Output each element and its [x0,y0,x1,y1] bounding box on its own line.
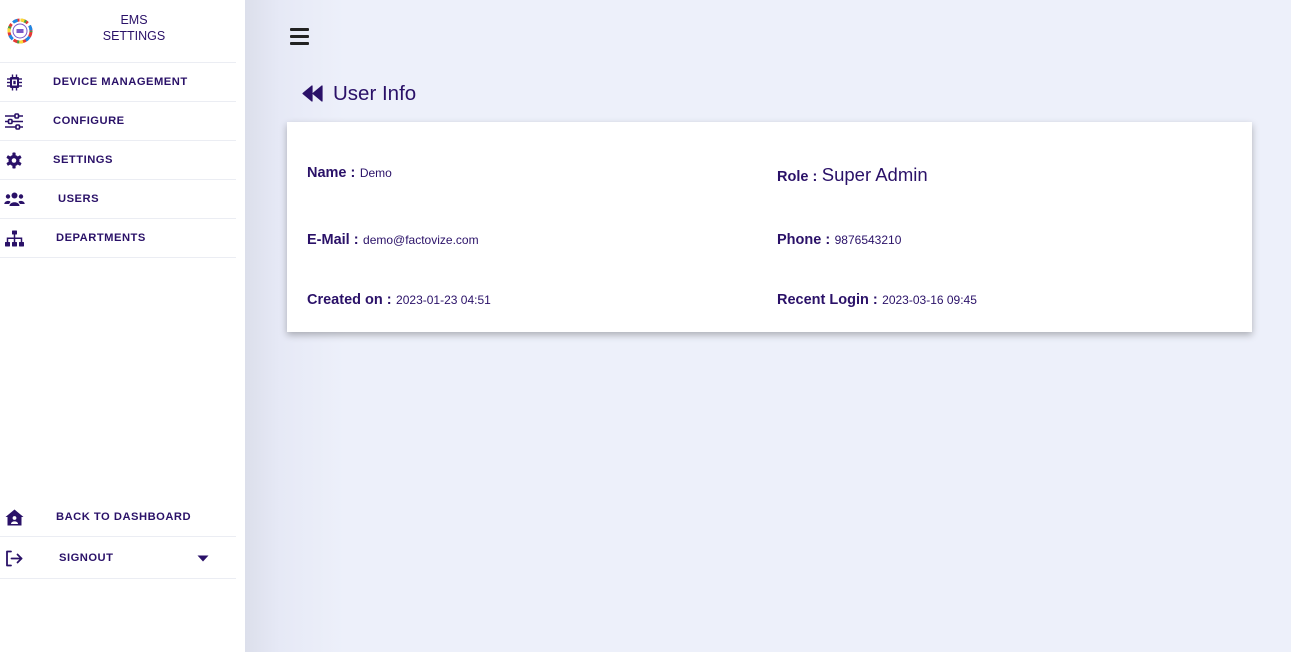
sidebar-item-departments[interactable]: DEPARTMENTS [0,219,236,258]
created-on-value: 2023-01-23 04:51 [396,293,491,307]
house-user-icon [5,509,24,526]
email-field: E-Mail : demo@factovize.com [307,231,479,249]
created-on-label: Created on : [307,292,392,308]
recent-login-label: Recent Login : [777,292,878,308]
users-icon [4,192,25,206]
role-label: Role : [777,169,818,185]
sidebar-item-settings[interactable]: SETTINGS [0,141,236,180]
phone-field: Phone : 9876543210 [777,231,901,249]
sidebar: EMS SETTINGS DEVICE MANAGEMENT CONFIGURE… [0,0,245,652]
gear-icon [6,152,22,169]
sidebar-item-users[interactable]: USERS [0,180,236,219]
created-on-field: Created on : 2023-01-23 04:51 [307,291,491,309]
sidebar-item-signout[interactable]: SIGNOUT [0,538,236,579]
sliders-icon [5,113,23,130]
sidebar-item-label: SIGNOUT [59,552,114,564]
name-label: Name : [307,165,356,181]
sidebar-item-label: DEVICE MANAGEMENT [53,76,188,88]
phone-label: Phone : [777,232,831,248]
email-label: E-Mail : [307,232,359,248]
logo-icon [7,18,33,44]
sitemap-icon [5,230,24,247]
sidebar-item-label: DEPARTMENTS [56,232,146,244]
chevron-down-icon[interactable] [196,554,210,563]
sidebar-item-device-management[interactable]: DEVICE MANAGEMENT [0,63,236,102]
email-value: demo@factovize.com [363,233,479,247]
sidebar-item-label: USERS [58,193,100,205]
brand-header: EMS SETTINGS [0,0,236,63]
name-field: Name : Demo [307,164,392,182]
sidebar-item-configure[interactable]: CONFIGURE [0,102,236,141]
sidebar-item-back-to-dashboard[interactable]: BACK TO DASHBOARD [0,498,236,537]
sidebar-item-label: SETTINGS [53,154,113,166]
brand-line-1: EMS [120,13,148,27]
phone-value: 9876543210 [834,233,902,247]
app: EMS SETTINGS DEVICE MANAGEMENT CONFIGURE… [0,0,1291,652]
sign-out-icon [6,550,23,567]
brand-title: EMS SETTINGS [100,12,168,44]
recent-login-field: Recent Login : 2023-03-16 09:45 [777,291,977,309]
page-title: User Info [333,82,417,105]
role-field: Role : Super Admin [777,164,928,186]
sidebar-item-label: BACK TO DASHBOARD [56,511,192,523]
backward-icon[interactable] [302,85,324,102]
recent-login-value: 2023-03-16 09:45 [882,293,977,307]
cpu-chip-icon [7,74,22,91]
role-value: Super Admin [821,164,928,185]
sidebar-item-label: CONFIGURE [53,115,125,127]
name-value: Demo [359,166,392,180]
user-info-card: Name : Demo Role : Super Admin E-Mail : … [287,122,1252,332]
brand-line-2: SETTINGS [102,29,166,43]
menu-toggle-icon[interactable] [290,28,309,45]
